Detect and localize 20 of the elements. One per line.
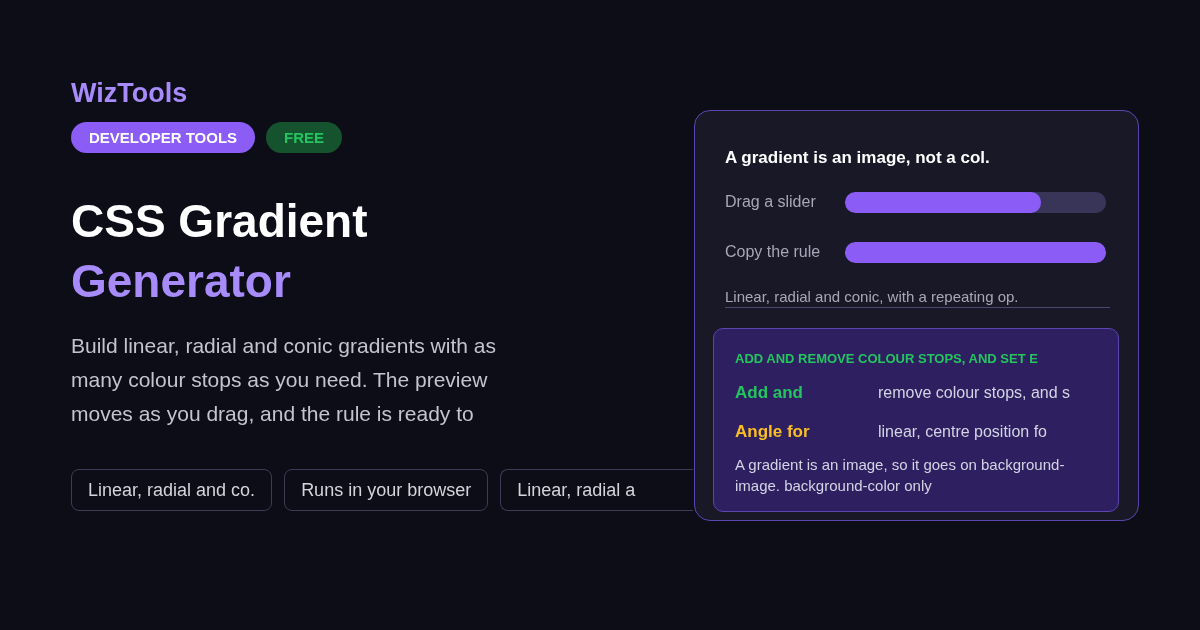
row-label: Add and [735,383,804,403]
feature-chip: Runs in your browser [284,469,489,511]
panel-text: A gradient is an image, so it goes on background-image. background-color only [735,455,1066,496]
row-label: Angle for [735,422,811,442]
page-title: Generator [71,254,292,309]
page-title: CSS Gradient [71,194,369,249]
tag: FREE [266,122,343,153]
note-text: Linear, radial and conic, with a repeating op. [725,288,1110,308]
tag: DEVELOPER TOOLS [71,122,256,153]
slider-label: Copy the rule [725,243,822,261]
feature-chip: Linear, radial and co. [71,469,273,511]
slider-track[interactable] [845,191,1106,213]
card-heading: A gradient is an image, not a col. [725,148,991,168]
description: Build linear, radial and conic gradients with as many colour stops as you need. The preview moves as you drag, and the rule is ready to [71,333,497,427]
feature-chip: Linear, radial a [500,469,693,511]
row-value: linear, centre position fo [878,423,1047,441]
panel-heading: ADD AND REMOVE COLOUR STOPS, AND SET E [735,351,1039,366]
row-value: remove colour stops, and s [878,384,1071,402]
slider-label: Drag a slider [725,193,817,211]
brand-name: WizTools [71,78,189,110]
